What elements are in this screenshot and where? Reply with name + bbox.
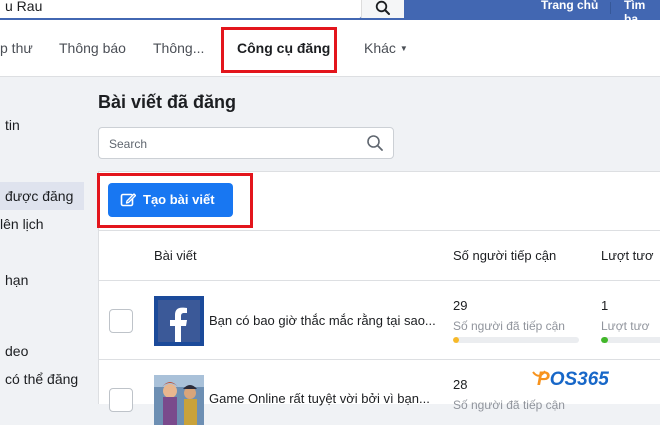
sidebar-item-videos[interactable]: deo xyxy=(5,343,28,359)
game-character-icon xyxy=(154,375,204,425)
divider xyxy=(99,230,660,231)
reach-progress-fill xyxy=(453,337,460,343)
column-header-post: Bài viết xyxy=(154,248,197,263)
reach-value: 29 xyxy=(453,298,468,313)
posts-search-input[interactable] xyxy=(107,128,361,160)
pos365-watermark: POS365 xyxy=(537,369,609,391)
highlight-box-publishing-tools xyxy=(221,27,337,73)
page-title: Bài viết đã đăng xyxy=(98,92,237,112)
reach-label: Số người đã tiếp cận xyxy=(453,398,565,412)
posts-search-box xyxy=(98,127,394,160)
search-icon[interactable] xyxy=(366,134,384,152)
reach-value: 28 xyxy=(453,377,468,392)
engagement-value: 1 xyxy=(601,298,609,313)
sidebar-item-expiring[interactable]: hạn xyxy=(5,272,28,288)
top-search-field[interactable]: u Rau xyxy=(0,0,361,18)
post-thumbnail[interactable] xyxy=(154,375,204,425)
column-header-engagement: Lượt tươ xyxy=(601,248,654,263)
sidebar-item-scheduled[interactable]: lên lịch xyxy=(0,216,44,232)
facebook-logo-icon xyxy=(154,296,204,346)
top-navigation-bar: u Rau Trang chủ Tìm bạ xyxy=(0,0,660,26)
top-divider xyxy=(610,2,611,14)
divider xyxy=(99,359,660,360)
row-checkbox[interactable] xyxy=(109,309,133,333)
tab-inbox[interactable]: p thư xyxy=(0,20,33,76)
watermark-prefix: P xyxy=(537,369,550,390)
tab-more-label: Khác xyxy=(364,40,396,56)
caret-down-icon: ▼ xyxy=(399,44,408,54)
tab-more[interactable]: Khác ▼ xyxy=(364,20,408,76)
post-text[interactable]: Bạn có bao giờ thắc mắc rằng tại sao... xyxy=(209,313,439,328)
tab-notifications[interactable]: Thông báo xyxy=(59,20,126,76)
top-search-value: u Rau xyxy=(5,0,43,14)
post-thumbnail[interactable] xyxy=(154,296,204,346)
home-link[interactable]: Trang chủ xyxy=(541,0,598,12)
tab-insights[interactable]: Thông... xyxy=(153,20,204,76)
highlight-box-create-post xyxy=(97,173,253,228)
divider xyxy=(99,280,660,281)
sidebar-item-publishable[interactable]: có thể đăng xyxy=(5,371,78,387)
engagement-progress-bar xyxy=(601,337,660,343)
reach-label: Số người đã tiếp cận xyxy=(453,319,565,333)
engagement-progress-fill xyxy=(601,337,609,343)
engagement-label: Lượt tươ xyxy=(601,319,650,333)
column-header-reach: Số người tiếp cận xyxy=(453,248,557,263)
watermark-text: OS365 xyxy=(549,369,609,390)
row-checkbox[interactable] xyxy=(109,388,133,412)
sidebar-item-posts[interactable]: tin xyxy=(5,117,20,133)
sidebar-item-published[interactable]: được đăng xyxy=(5,188,73,204)
search-icon xyxy=(375,0,390,15)
top-search-button[interactable] xyxy=(361,0,404,18)
reach-progress-bar xyxy=(453,337,579,343)
